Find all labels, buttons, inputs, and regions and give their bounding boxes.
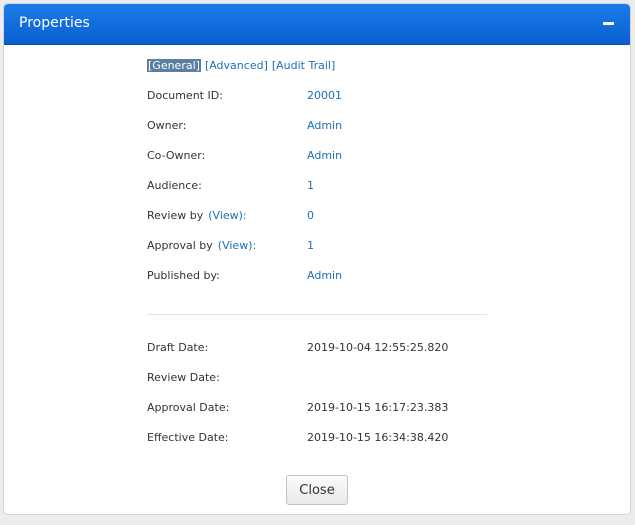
panel-header: Properties xyxy=(4,4,630,45)
properties-panel: Properties [General] [Advanced] [Audit Tra… xyxy=(3,3,631,515)
co-owner-label: Co-Owner: xyxy=(147,149,206,162)
close-button[interactable]: Close xyxy=(286,475,348,505)
approval-by-label-group: Approval by (View): xyxy=(147,239,256,252)
document-id-link[interactable]: 20001 xyxy=(307,89,342,102)
approval-by-label: Approval by xyxy=(147,239,213,252)
audience-link[interactable]: 1 xyxy=(307,179,314,192)
co-owner-link[interactable]: Admin xyxy=(307,149,342,162)
effective-date-label: Effective Date: xyxy=(147,431,229,444)
review-date-label: Review Date: xyxy=(147,371,220,384)
owner-label: Owner: xyxy=(147,119,187,132)
review-view-link[interactable]: (View): xyxy=(208,209,246,222)
approval-by-link[interactable]: 1 xyxy=(307,239,314,252)
review-by-label: Review by xyxy=(147,209,204,222)
published-by-label: Published by: xyxy=(147,269,220,282)
approval-date-label: Approval Date: xyxy=(147,401,230,414)
tab-advanced[interactable]: [Advanced] xyxy=(205,59,268,72)
panel-title: Properties xyxy=(19,15,90,31)
tab-general[interactable]: [General] xyxy=(147,59,201,72)
tab-bar: [General] [Advanced] [Audit Trail] xyxy=(147,59,335,72)
draft-date-value: 2019-10-04 12:55:25.820 xyxy=(307,341,449,354)
review-by-link[interactable]: 0 xyxy=(307,209,314,222)
document-id-label: Document ID: xyxy=(147,89,223,102)
draft-date-label: Draft Date: xyxy=(147,341,209,354)
owner-link[interactable]: Admin xyxy=(307,119,342,132)
approval-date-value: 2019-10-15 16:17:23.383 xyxy=(307,401,449,414)
minus-icon[interactable] xyxy=(603,22,614,25)
approval-view-link[interactable]: (View): xyxy=(218,239,256,252)
audience-label: Audience: xyxy=(147,179,202,192)
published-by-link[interactable]: Admin xyxy=(307,269,342,282)
review-by-label-group: Review by (View): xyxy=(147,209,247,222)
section-divider xyxy=(147,314,487,315)
effective-date-value: 2019-10-15 16:34:38.420 xyxy=(307,431,449,444)
tab-audit-trail[interactable]: [Audit Trail] xyxy=(272,59,335,72)
